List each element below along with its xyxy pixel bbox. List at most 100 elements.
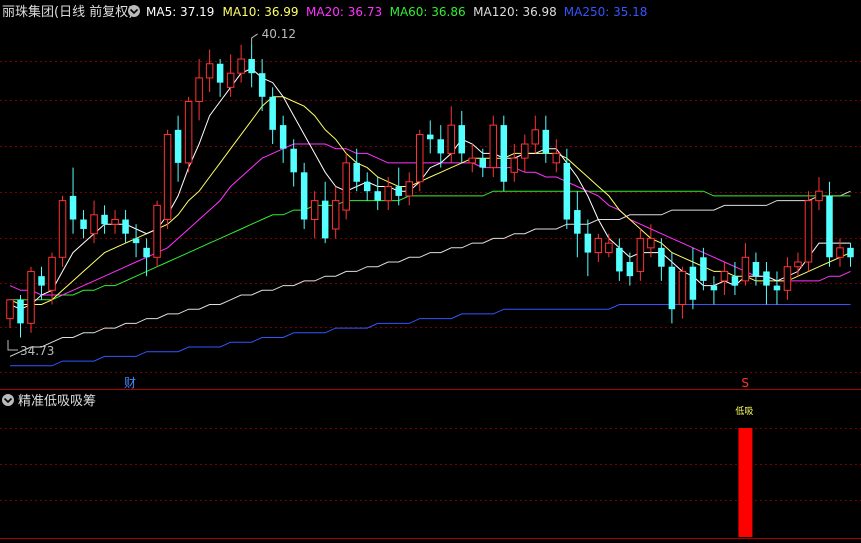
candle-body-up[interactable]	[510, 157, 519, 173]
candle-body-down[interactable]	[17, 299, 24, 324]
ma-legend-item: MA20: 36.73	[306, 5, 382, 19]
candle-body-down[interactable]	[132, 238, 140, 244]
candle-body-down[interactable]	[658, 247, 665, 267]
ma-legend-item: MA5: 37.19	[146, 5, 214, 19]
candle-body-up[interactable]	[815, 190, 823, 202]
chart-background	[0, 0, 861, 543]
candle-body-down[interactable]	[584, 233, 592, 253]
candle-body-up[interactable]	[153, 204, 161, 258]
candle-body-up[interactable]	[447, 124, 456, 154]
candle-body-down[interactable]	[479, 158, 487, 168]
candle-body-up[interactable]	[415, 134, 424, 183]
candle-body-down[interactable]	[363, 181, 371, 192]
candle-body-down[interactable]	[752, 262, 760, 277]
stock-chart[interactable]: 丽珠集团(日线 前复权) MA5: 37.19 MA10: 36.99 MA20: …	[0, 0, 861, 543]
ma-legend-item: MA60: 36.86	[390, 5, 466, 19]
candle-body-up[interactable]	[237, 58, 245, 74]
candle-body-up[interactable]	[489, 124, 498, 169]
candle-body-down[interactable]	[395, 186, 402, 196]
candle-body-up[interactable]	[741, 256, 750, 282]
candle-body-up[interactable]	[90, 214, 98, 235]
candle-body-up[interactable]	[205, 63, 214, 79]
chevron-down-icon[interactable]	[2, 394, 14, 406]
candle-body-up[interactable]	[836, 247, 844, 258]
chart-header: 丽珠集团(日线 前复权) MA5: 37.19 MA10: 36.99 MA20: …	[2, 4, 647, 20]
candle-body-up[interactable]	[531, 129, 540, 145]
candle-body-down[interactable]	[437, 139, 445, 154]
candle-body-up[interactable]	[310, 200, 319, 221]
candle-body-down[interactable]	[300, 172, 308, 220]
candle-body-down[interactable]	[38, 276, 45, 286]
candle-body-down[interactable]	[826, 195, 833, 258]
candle-body-up[interactable]	[783, 266, 792, 291]
candle-body-down[interactable]	[174, 129, 182, 163]
candle-body-down[interactable]	[616, 247, 623, 272]
candle-body-down[interactable]	[710, 285, 718, 291]
candle-body-up[interactable]	[111, 219, 119, 225]
candle-body-down[interactable]	[122, 219, 129, 234]
signal-bar-rect[interactable]	[738, 428, 753, 537]
chevron-down-icon[interactable]	[128, 5, 140, 17]
candle-body-up[interactable]	[468, 157, 477, 164]
chart-title: 丽珠集团(日线 前复权)	[2, 4, 133, 20]
candle-body-up[interactable]	[184, 101, 193, 164]
indicator-title: 精准低吸吸筹	[18, 393, 96, 409]
candle-body-up[interactable]	[195, 77, 203, 103]
candle-body-up[interactable]	[521, 143, 529, 159]
candle-body-down[interactable]	[258, 73, 266, 97]
candle-body-up[interactable]	[794, 261, 802, 268]
candle-body-up[interactable]	[594, 237, 603, 254]
candle-body-down[interactable]	[574, 210, 581, 234]
candle-body-down[interactable]	[248, 59, 255, 74]
signal-label: 低吸	[735, 405, 753, 417]
candle-body-up[interactable]	[605, 242, 613, 254]
candle-body-up[interactable]	[58, 200, 67, 258]
candle-body-down[interactable]	[374, 191, 381, 201]
candle-body-down[interactable]	[101, 214, 108, 225]
finance-event-marker[interactable]: 财	[124, 376, 136, 390]
sell-event-marker[interactable]: S	[741, 376, 749, 390]
candle-body-up[interactable]	[647, 237, 655, 249]
candle-body-down[interactable]	[143, 247, 150, 258]
candle-body-up[interactable]	[636, 237, 645, 272]
candle-body-up[interactable]	[331, 200, 340, 230]
candle-body-down[interactable]	[542, 129, 550, 154]
candle-body-up[interactable]	[720, 270, 729, 282]
candle-body-up[interactable]	[405, 181, 413, 197]
candle-body-down[interactable]	[763, 271, 770, 286]
candle-body-up[interactable]	[552, 152, 561, 164]
candle-body-down[interactable]	[69, 195, 77, 220]
candle-body-down[interactable]	[80, 219, 87, 229]
low-price-label: 34.73	[20, 344, 54, 358]
candle-body-down[interactable]	[563, 162, 571, 220]
candle-body-up[interactable]	[384, 185, 392, 202]
high-price-label: 40.12	[262, 27, 296, 41]
candle-body-up[interactable]	[678, 270, 687, 305]
candle-body-up[interactable]	[226, 72, 235, 88]
candle-body-down[interactable]	[500, 125, 508, 182]
candle-body-down[interactable]	[216, 63, 224, 83]
candle-body-up[interactable]	[6, 299, 14, 320]
candle-body-down[interactable]	[321, 200, 329, 239]
candle-body-up[interactable]	[48, 256, 56, 291]
candle-body-up[interactable]	[163, 134, 172, 221]
candle-body-down[interactable]	[458, 125, 466, 154]
candle-body-down[interactable]	[773, 285, 781, 291]
candle-body-down[interactable]	[847, 247, 854, 258]
candle-body-down[interactable]	[426, 134, 434, 140]
candle-body-down[interactable]	[731, 276, 739, 286]
candle-body-down[interactable]	[269, 96, 276, 130]
candle-body-down[interactable]	[668, 266, 676, 310]
candle-body-up[interactable]	[804, 200, 813, 263]
candle-body-down[interactable]	[290, 148, 297, 173]
candle-body-up[interactable]	[342, 162, 350, 211]
ma-legend-item: MA250: 35.18	[564, 5, 648, 19]
candle-body-up[interactable]	[27, 270, 35, 324]
ma-legend-item: MA10: 36.99	[223, 5, 299, 19]
candle-body-down[interactable]	[353, 162, 360, 182]
candle-body-down[interactable]	[279, 125, 287, 149]
candle-body-down[interactable]	[689, 266, 697, 300]
candle-body-down[interactable]	[700, 257, 707, 281]
candle-body-down[interactable]	[626, 262, 634, 277]
ma-legend-item: MA120: 36.98	[473, 5, 557, 19]
